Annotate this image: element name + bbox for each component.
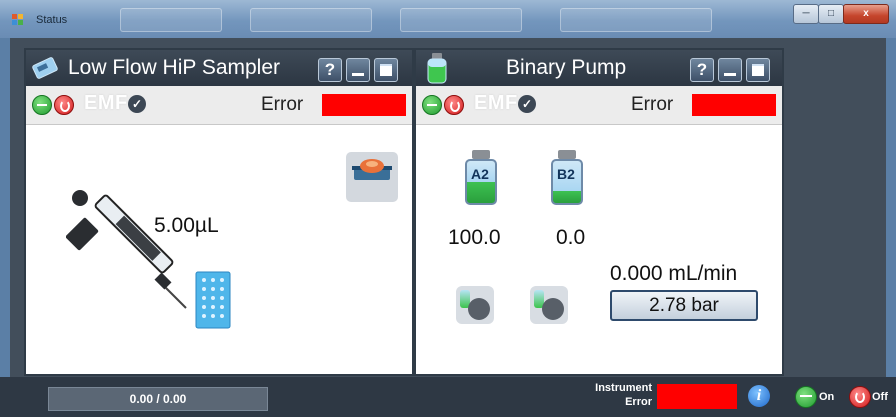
solvent-bottle-a2[interactable]: A2: [456, 150, 506, 216]
bottle-cap: [558, 150, 576, 159]
emf-label: EMF: [84, 92, 128, 114]
off-icon[interactable]: [444, 95, 464, 115]
pressure-display[interactable]: 2.78 bar: [610, 290, 758, 321]
help-button[interactable]: ?: [690, 58, 714, 82]
error-indicator: [692, 94, 776, 116]
background-tab: [120, 8, 222, 32]
pump-module-icon: [427, 53, 447, 84]
well-plate-icon: [195, 271, 231, 329]
sampler-panel: Low Flow HiP Sampler ? EMF ✓ Error 5.00µ…: [24, 48, 414, 376]
check-icon: ✓: [128, 95, 146, 113]
minimize-button[interactable]: ─: [793, 4, 819, 24]
background-tab: [400, 8, 522, 32]
off-icon[interactable]: [54, 95, 74, 115]
error-label: Error: [631, 94, 674, 115]
sampler-status-row: EMF ✓ Error: [26, 86, 412, 125]
valve-wheel: [468, 298, 490, 320]
valve-wheel: [542, 298, 564, 320]
error-label: Error: [261, 94, 304, 115]
sampler-module-icon: [32, 57, 58, 79]
injection-volume: 5.00µL: [154, 214, 219, 237]
all-on-label[interactable]: On: [819, 391, 834, 403]
close-icon: x: [863, 8, 869, 19]
solvent-percent-b2: 0.0: [556, 226, 586, 249]
pump-status-row: EMF ✓ Error: [416, 86, 782, 125]
solvent-percent-a2: 100.0: [448, 226, 501, 249]
help-button[interactable]: ?: [318, 58, 342, 82]
run-progress: 0.00 / 0.00: [48, 387, 268, 411]
solvent-bottle-b2[interactable]: B2: [542, 150, 592, 216]
info-icon[interactable]: i: [748, 385, 770, 407]
window-title: Status: [36, 14, 68, 26]
maximize-button[interactable]: □: [818, 4, 844, 24]
solvent-valve-icon[interactable]: [456, 286, 494, 324]
app-icon: [12, 14, 23, 25]
maximize-icon: □: [827, 8, 835, 19]
background-tab: [250, 8, 372, 32]
emf-label: EMF: [474, 92, 518, 114]
on-icon[interactable]: [32, 95, 52, 115]
close-button[interactable]: x: [843, 4, 889, 24]
panel-maximize-button[interactable]: [374, 58, 398, 82]
panel-maximize-button[interactable]: [746, 58, 770, 82]
sampler-title: Low Flow HiP Sampler: [68, 56, 281, 79]
all-on-icon[interactable]: [795, 386, 817, 408]
bottle-cap: [472, 150, 490, 159]
on-icon[interactable]: [422, 95, 442, 115]
solvent-valve-icon[interactable]: [530, 286, 568, 324]
pump-panel-header: Binary Pump ?: [416, 50, 782, 86]
instrument-error-indicator: [657, 384, 737, 409]
panel-minimize-button[interactable]: [718, 58, 742, 82]
solvent-label: B2: [557, 166, 575, 182]
pump-panel: Binary Pump ? EMF ✓ Error A2 100.0 B2 0.…: [414, 48, 784, 376]
sampler-panel-header: Low Flow HiP Sampler ?: [26, 50, 412, 86]
all-off-label[interactable]: Off: [872, 391, 888, 403]
background-tab: [560, 8, 712, 32]
all-off-icon[interactable]: [849, 386, 871, 408]
solvent-label: A2: [471, 166, 489, 182]
syringe-icon: [66, 190, 187, 309]
tray-icon[interactable]: [346, 152, 398, 202]
minimize-icon: ─: [802, 8, 810, 19]
instrument-error-label: Instrument Error: [595, 382, 652, 408]
check-icon: ✓: [518, 95, 536, 113]
flow-rate: 0.000 mL/min: [610, 262, 738, 285]
error-indicator: [322, 94, 406, 116]
panel-minimize-button[interactable]: [346, 58, 370, 82]
pump-title: Binary Pump: [506, 56, 627, 79]
